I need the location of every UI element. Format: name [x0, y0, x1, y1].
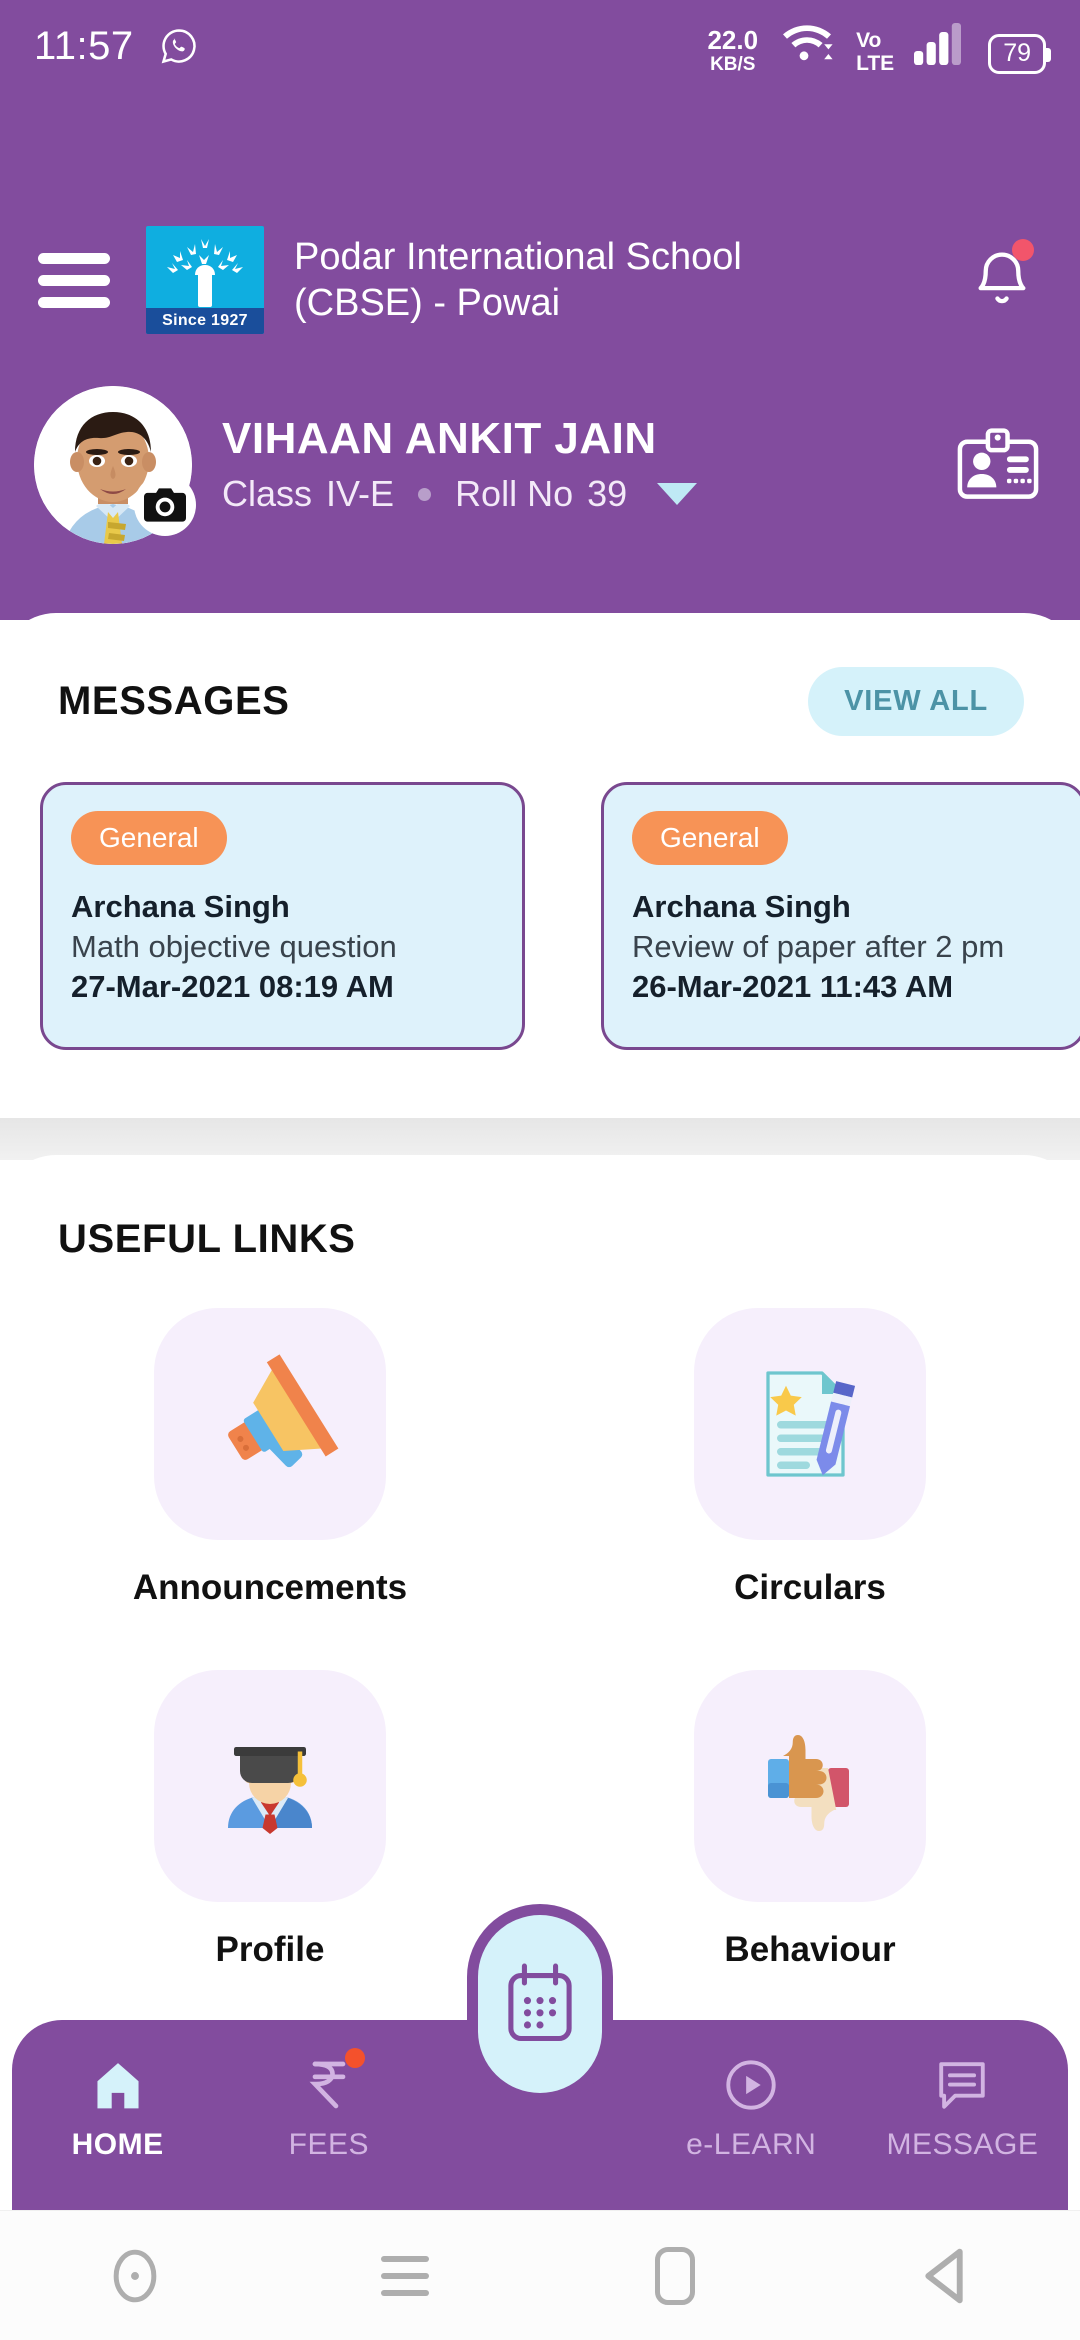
useful-link-label: Announcements [132, 1568, 408, 1607]
useful-link-label: Behaviour [724, 1930, 896, 1969]
message-tag-badge: General [71, 811, 227, 865]
messages-card: MESSAGES VIEW ALL General Archana Singh … [0, 613, 1080, 1118]
status-bar-clock: 11:57 [34, 23, 134, 68]
student-meta[interactable]: Class IV-E Roll No 39 [222, 473, 698, 515]
network-speed-unit: KB/S [710, 53, 756, 75]
network-speed-indicator: 22.0 KB/S [707, 27, 758, 74]
app-bar: Since 1927 Podar International School (C… [0, 215, 1080, 345]
play-circle-icon [722, 2056, 780, 2114]
nav-item-message[interactable]: MESSAGE [857, 2020, 1068, 2162]
nav-label: MESSAGE [886, 2128, 1039, 2161]
roll-value: 39 [587, 473, 628, 515]
meta-separator-dot [418, 487, 432, 501]
message-sender: Archana Singh [632, 889, 851, 924]
status-bar: 11:57 22.0 KB/S Vo LTE 79 [0, 0, 1080, 92]
message-datetime: 26-Mar-2021 11:43 AM [632, 969, 954, 1004]
notification-button[interactable] [962, 237, 1042, 323]
volte-indicator: Vo LTE [856, 30, 894, 74]
nav-label: FEES [288, 2128, 369, 2161]
volte-line-1: Vo [856, 28, 882, 52]
recents-line [381, 2289, 429, 2296]
class-value: IV-E [326, 473, 395, 515]
message-card[interactable]: General Archana Singh Review of paper af… [601, 782, 1080, 1050]
hamburger-line [38, 252, 110, 264]
tree-icon [146, 230, 264, 308]
nav-item-home[interactable]: HOME [12, 2020, 223, 2162]
purple-header-region: 11:57 22.0 KB/S Vo LTE 79 Since 1927 Pod… [0, 0, 1080, 620]
student-name: VIHAAN ANKIT JAIN [222, 413, 657, 463]
message-subject: Math objective question [71, 929, 397, 964]
section-divider [0, 1118, 1080, 1160]
android-navigation-bar [0, 2210, 1080, 2340]
message-subject: Review of paper after 2 pm [632, 929, 1005, 964]
calendar-fab-button[interactable] [467, 1904, 613, 2104]
logo-since-text: Since 1927 [146, 308, 264, 334]
useful-link-circulars[interactable]: Circulars [540, 1308, 1080, 1608]
message-card[interactable]: General Archana Singh Math objective que… [40, 782, 525, 1050]
messages-title: MESSAGES [58, 679, 290, 723]
messages-list[interactable]: General Archana Singh Math objective que… [0, 736, 1080, 1050]
school-name: Podar International School (CBSE) - Powa… [294, 235, 742, 324]
hamburger-menu-icon[interactable] [38, 252, 110, 308]
calendar-icon [478, 1915, 602, 2093]
useful-link-label: Circulars [734, 1568, 886, 1607]
thumbs-up-down-icon [694, 1670, 926, 1902]
id-card-button[interactable] [950, 417, 1046, 513]
hamburger-line [38, 296, 110, 308]
cellular-signal-icon [914, 22, 968, 74]
useful-link-label: Profile [215, 1930, 325, 1969]
nav-item-fees[interactable]: FEES [223, 2020, 434, 2162]
volte-line-2: LTE [856, 51, 895, 75]
chat-bubble-icon [933, 2056, 991, 2114]
recents-line [381, 2272, 429, 2279]
useful-link-announcements[interactable]: Announcements [0, 1308, 540, 1608]
status-bar-indicators: 22.0 KB/S Vo LTE 79 [707, 19, 1051, 74]
hamburger-line [38, 274, 110, 286]
home-square-icon[interactable] [540, 2246, 810, 2305]
student-header-row: VIHAAN ANKIT JAIN Class IV-E Roll No 39 [0, 370, 1080, 560]
message-datetime: 27-Mar-2021 08:19 AM [71, 969, 394, 1004]
document-pen-icon [694, 1308, 926, 1540]
useful-link-behaviour[interactable]: Behaviour [540, 1670, 1080, 1970]
app-screen: 11:57 22.0 KB/S Vo LTE 79 Since 1927 Pod… [0, 0, 1080, 2340]
wifi-icon [778, 19, 836, 74]
view-all-messages-button[interactable]: VIEW ALL [808, 667, 1024, 736]
message-sender: Archana Singh [71, 889, 290, 924]
nav-item-elearn[interactable]: e-LEARN [646, 2020, 857, 2162]
school-logo: Since 1927 [146, 226, 264, 334]
fees-badge-dot [344, 2048, 365, 2068]
recents-hamburger-icon[interactable] [270, 2255, 540, 2296]
id-card-icon [957, 428, 1039, 499]
notification-badge [1012, 239, 1034, 261]
recents-line [381, 2255, 429, 2262]
graduate-student-icon [154, 1670, 386, 1902]
whatsapp-icon [160, 27, 198, 65]
megaphone-icon [154, 1308, 386, 1540]
avatar[interactable] [34, 386, 196, 544]
class-label: Class [222, 473, 313, 515]
battery-indicator: 79 [988, 33, 1051, 74]
message-tag-badge: General [632, 811, 788, 865]
useful-links-grid: Announcements Circulars Profile Behaviou… [0, 1308, 1080, 1970]
back-triangle-icon[interactable] [810, 2245, 1080, 2307]
camera-icon[interactable] [134, 474, 196, 536]
useful-links-card: USEFUL LINKS Announcements Circulars Pro… [0, 1155, 1080, 2000]
chevron-down-icon[interactable] [657, 483, 698, 506]
roll-label: Roll No [455, 473, 574, 515]
circle-dot-icon[interactable] [0, 2245, 270, 2307]
network-speed-value: 22.0 [707, 24, 759, 55]
messages-header: MESSAGES VIEW ALL [0, 613, 1080, 736]
home-icon [90, 2056, 146, 2114]
useful-links-title: USEFUL LINKS [58, 1217, 356, 1261]
nav-label: e-LEARN [686, 2128, 817, 2161]
nav-label: HOME [71, 2128, 164, 2161]
student-info: VIHAAN ANKIT JAIN Class IV-E Roll No 39 [222, 413, 698, 515]
useful-link-profile[interactable]: Profile [0, 1670, 540, 1970]
